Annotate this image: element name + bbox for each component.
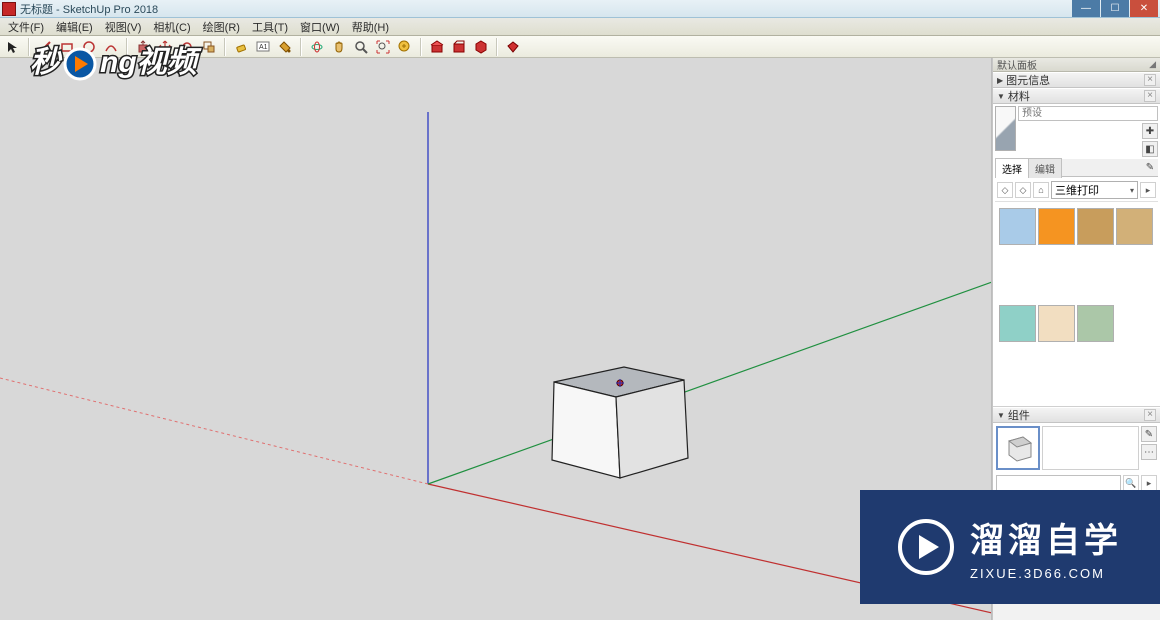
menu-draw[interactable]: 绘图(R) (197, 17, 246, 37)
paint-tool[interactable] (276, 38, 294, 56)
menu-file[interactable]: 文件(F) (2, 17, 50, 37)
search-button[interactable]: 🔍 (1123, 475, 1139, 491)
toolbar: A1 (0, 36, 1160, 58)
collapse-icon: ▶ (997, 76, 1003, 85)
watermark-big-text: 溜溜自学 (970, 513, 1122, 562)
menu-bar: 文件(F) 编辑(E) 视图(V) 相机(C) 绘图(R) 工具(T) 窗口(W… (0, 18, 1160, 36)
panel-entity-label: 图元信息 (1006, 72, 1050, 88)
material-swatch[interactable] (1038, 305, 1075, 342)
pan-tool[interactable] (330, 38, 348, 56)
warehouse-tool[interactable] (428, 38, 446, 56)
material-create-button[interactable]: ✚ (1142, 123, 1158, 139)
material-name-input[interactable] (1018, 106, 1158, 121)
rectangle-tool[interactable] (58, 38, 76, 56)
material-swatch[interactable] (999, 208, 1036, 245)
materials-tabs: 选择 编辑 ✎ (995, 159, 1158, 177)
viewport-3d[interactable] (0, 58, 992, 620)
close-button[interactable]: ✕ (1130, 0, 1158, 17)
tab-edit[interactable]: 编辑 (1028, 158, 1062, 178)
panel-close-button[interactable]: × (1144, 90, 1156, 102)
tray-title-label: 默认面板 (997, 57, 1037, 72)
component-description (1042, 426, 1139, 470)
material-default-button[interactable]: ◧ (1142, 141, 1158, 157)
zoom-window-tool[interactable] (396, 38, 414, 56)
move-tool[interactable] (156, 38, 174, 56)
line-tool[interactable] (36, 38, 54, 56)
rotate-tool[interactable] (178, 38, 196, 56)
expand-icon: ▼ (997, 411, 1005, 420)
nav-home-button[interactable]: ⌂ (1033, 182, 1049, 198)
chevron-down-icon: ▾ (1130, 186, 1134, 195)
ruby-tool[interactable] (504, 38, 522, 56)
tray-pin-icon[interactable]: ◢ (1149, 59, 1156, 70)
material-library-dropdown[interactable]: 三维打印 ▾ (1051, 181, 1138, 199)
menu-window[interactable]: 窗口(W) (294, 17, 346, 37)
search-menu-button[interactable]: ▸ (1141, 475, 1157, 491)
cube-model (552, 367, 688, 478)
select-tool[interactable] (4, 38, 22, 56)
panel-entity-info-header[interactable]: ▶ 图元信息 × (993, 72, 1160, 88)
components-panel-body: ✎ ⋯ 🔍 ▸ (993, 423, 1160, 494)
nav-back-button[interactable]: ◇ (997, 182, 1013, 198)
play-icon (898, 519, 954, 575)
menu-view[interactable]: 视图(V) (99, 17, 148, 37)
scale-tool[interactable] (200, 38, 218, 56)
maximize-button[interactable]: ☐ (1101, 0, 1129, 17)
app-icon (2, 2, 16, 16)
panel-components-header[interactable]: ▼ 组件 × (993, 407, 1160, 423)
zoom-extents-tool[interactable] (374, 38, 392, 56)
menu-camera[interactable]: 相机(C) (147, 17, 196, 37)
panel-close-button[interactable]: × (1144, 409, 1156, 421)
menu-help[interactable]: 帮助(H) (346, 17, 395, 37)
nav-fwd-button[interactable]: ◇ (1015, 182, 1031, 198)
panel-close-button[interactable]: × (1144, 74, 1156, 86)
panel-components-label: 组件 (1008, 407, 1030, 423)
component-tool[interactable] (450, 38, 468, 56)
watermark-sub-text: ZIXUE.3D66.COM (970, 566, 1122, 581)
pushpull-tool[interactable] (134, 38, 152, 56)
zoom-tool[interactable] (352, 38, 370, 56)
arc-tool[interactable] (102, 38, 120, 56)
material-swatch[interactable] (1077, 305, 1114, 342)
library-menu-button[interactable]: ▸ (1140, 182, 1156, 198)
eyedropper-icon[interactable]: ✎ (1142, 160, 1158, 176)
tray-title: 默认面板 ◢ (993, 58, 1160, 72)
menu-edit[interactable]: 编辑(E) (50, 17, 99, 37)
title-bar: 无标题 - SketchUp Pro 2018 — ☐ ✕ (0, 0, 1160, 18)
menu-tools[interactable]: 工具(T) (246, 17, 294, 37)
window-title: 无标题 - SketchUp Pro 2018 (20, 1, 1072, 17)
circle-tool[interactable] (80, 38, 98, 56)
tab-select[interactable]: 选择 (995, 158, 1029, 178)
component-thumbnail[interactable] (996, 426, 1040, 470)
component-more-button[interactable]: ⋯ (1141, 444, 1157, 460)
panel-materials-header[interactable]: ▼ 材料 × (993, 88, 1160, 104)
dropdown-label: 三维打印 (1055, 182, 1099, 198)
material-swatch[interactable] (999, 305, 1036, 342)
materials-panel-body: ✚ ◧ 选择 编辑 ✎ ◇ ◇ ⌂ 三维打印 ▾ (993, 104, 1160, 407)
expand-icon: ▼ (997, 92, 1005, 101)
material-preview[interactable] (995, 106, 1016, 151)
text-tool[interactable]: A1 (254, 38, 272, 56)
eraser-tool[interactable] (232, 38, 250, 56)
orbit-tool[interactable] (308, 38, 326, 56)
svg-text:A1: A1 (259, 44, 268, 51)
material-swatch-grid (995, 204, 1158, 404)
panel-materials-label: 材料 (1008, 88, 1030, 104)
extension-tool[interactable] (472, 38, 490, 56)
component-search-input[interactable] (996, 475, 1121, 491)
minimize-button[interactable]: — (1072, 0, 1100, 17)
component-option-button[interactable]: ✎ (1141, 426, 1157, 442)
material-swatch[interactable] (1116, 208, 1153, 245)
material-swatch[interactable] (1038, 208, 1075, 245)
material-swatch[interactable] (1077, 208, 1114, 245)
watermark-bottom-right: 溜溜自学 ZIXUE.3D66.COM (860, 490, 1160, 604)
